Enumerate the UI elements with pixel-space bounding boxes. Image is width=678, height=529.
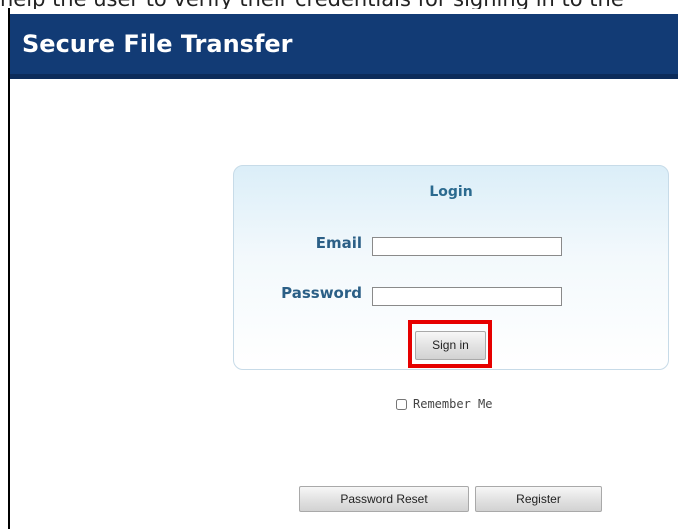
remember-me-checkbox[interactable] — [396, 398, 407, 410]
register-button[interactable]: Register — [475, 486, 602, 512]
remember-me-label: Remember Me — [413, 397, 493, 411]
email-label: Email — [315, 234, 362, 252]
header-divider — [10, 74, 678, 79]
login-title: Login — [429, 184, 473, 200]
app-header: Secure File Transfer — [10, 14, 678, 74]
sign-in-highlight-box — [408, 320, 492, 368]
password-label: Password — [281, 284, 362, 302]
app-title: Secure File Transfer — [22, 30, 293, 58]
password-field[interactable] — [372, 287, 562, 306]
password-reset-button[interactable]: Password Reset — [299, 486, 469, 512]
remember-me[interactable]: Remember Me — [396, 396, 492, 412]
email-field[interactable] — [372, 237, 562, 256]
